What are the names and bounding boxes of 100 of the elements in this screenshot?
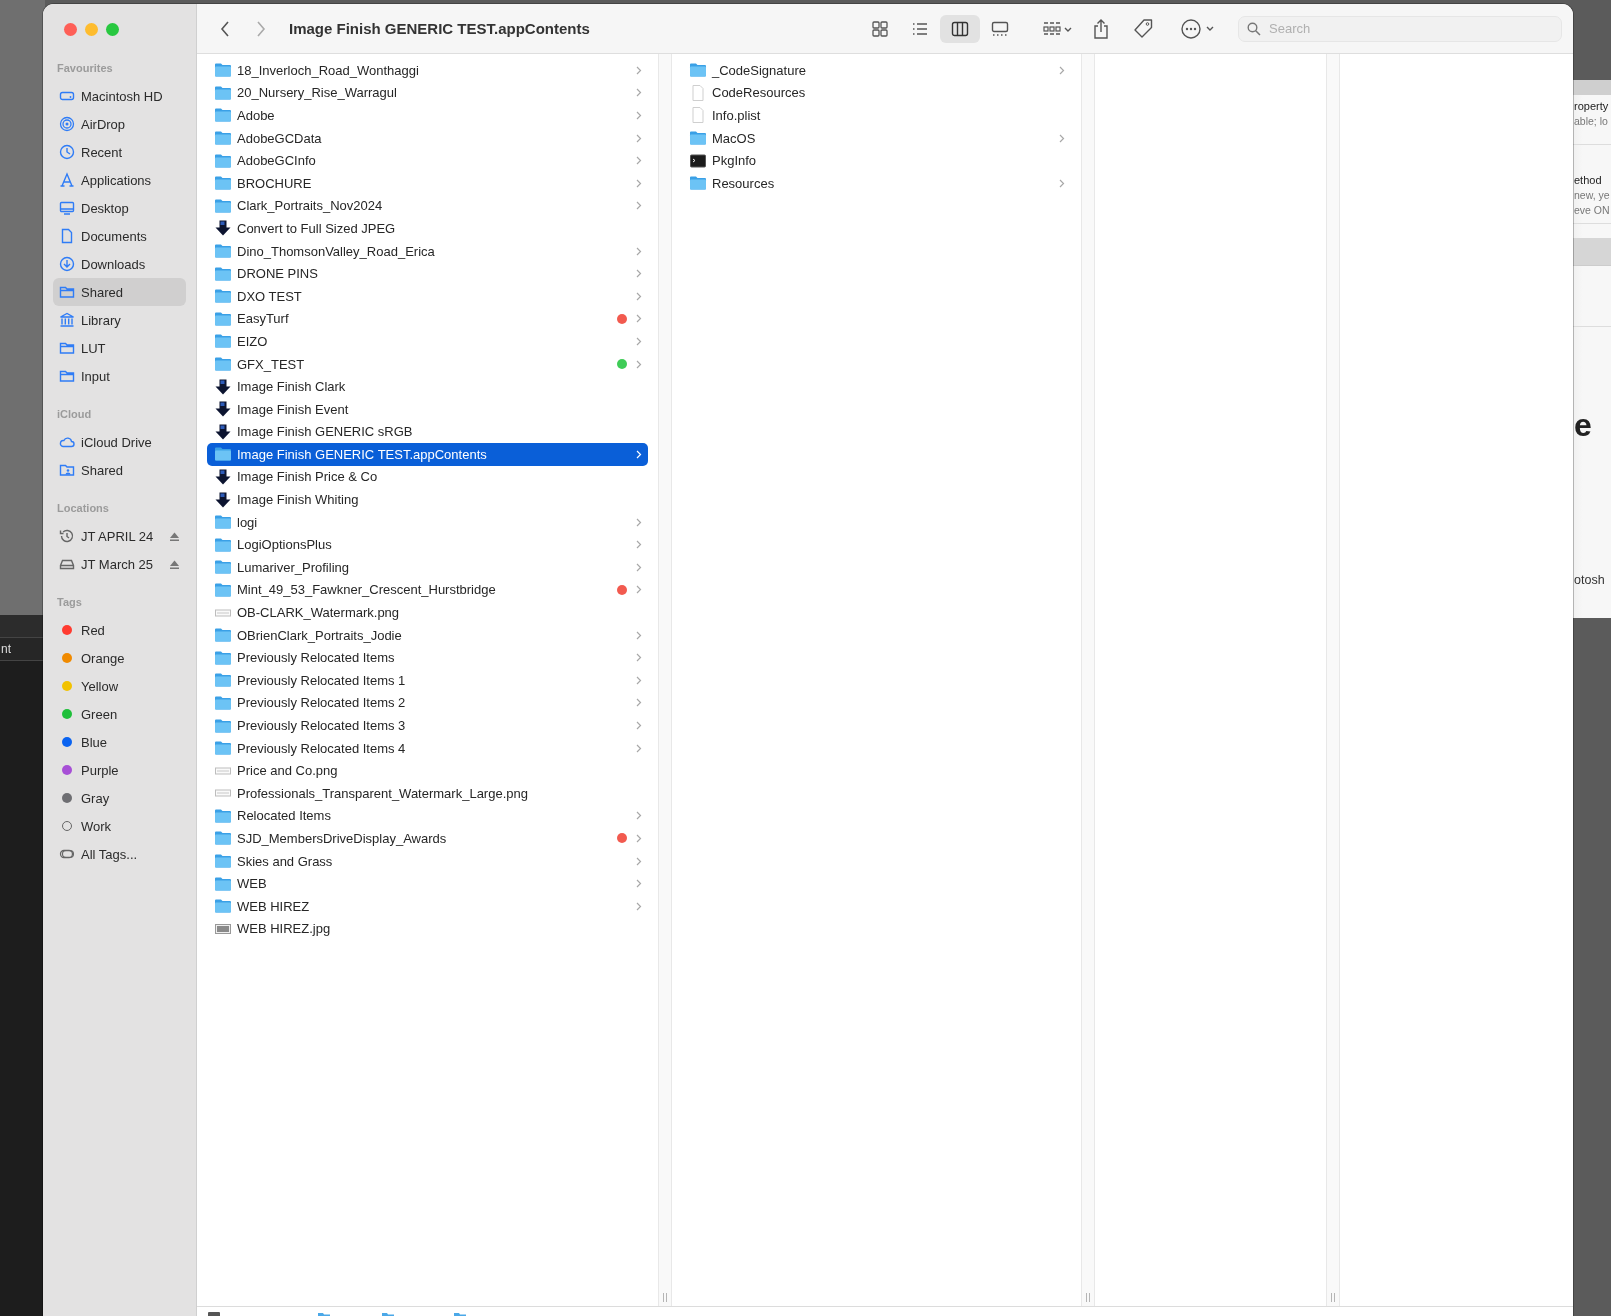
file-name: SJD_MembersDriveDisplay_Awards xyxy=(237,831,448,846)
file-row[interactable]: Skies and Grass xyxy=(207,849,648,873)
sidebar-item[interactable]: Downloads xyxy=(53,250,186,278)
sidebar-label: Shared xyxy=(81,284,123,300)
file-row[interactable]: _CodeSignature xyxy=(682,59,1071,82)
file-row[interactable]: Resources xyxy=(682,171,1071,195)
sidebar-item[interactable]: Work xyxy=(53,812,186,840)
file-row[interactable]: Info.plist xyxy=(682,104,1071,127)
background-text: nt xyxy=(0,638,45,661)
file-name: Clark_Portraits_Nov2024 xyxy=(237,198,384,214)
file-row[interactable]: LogiOptionsPlus xyxy=(207,533,648,557)
file-name: Skies and Grass xyxy=(237,853,334,869)
file-row[interactable]: Dino_ThomsonValley_Road_Erica xyxy=(207,239,648,263)
file-name: _CodeSignature xyxy=(712,62,807,78)
sidebar-item[interactable]: Orange xyxy=(53,644,186,672)
file-row[interactable]: Previously Relocated Items xyxy=(207,646,648,670)
file-name: CodeResources xyxy=(712,85,807,101)
file-row[interactable]: Image Finish GENERIC TEST.appContents xyxy=(207,443,648,466)
sidebar-item[interactable]: Library xyxy=(53,306,186,334)
sidebar-item[interactable]: LUT xyxy=(53,334,186,362)
file-row[interactable]: 18_Inverloch_Road_Wonthaggi xyxy=(207,59,648,82)
file-row[interactable]: EasyTurf xyxy=(207,307,648,331)
file-row[interactable]: Previously Relocated Items 2 xyxy=(207,691,648,715)
sidebar-item[interactable]: Shared xyxy=(53,456,186,484)
file-row[interactable]: Clark_Portraits_Nov2024 xyxy=(207,194,648,218)
sidebar-item[interactable]: Gray xyxy=(53,784,186,812)
file-row[interactable]: GFX_TEST xyxy=(207,352,648,376)
file-row[interactable]: Image Finish Whiting xyxy=(207,488,648,511)
file-row[interactable]: Previously Relocated Items 4 xyxy=(207,736,648,760)
sidebar-label: Purple xyxy=(81,762,119,778)
file-name: Image Finish Clark xyxy=(237,379,347,395)
file-row[interactable]: WEB xyxy=(207,872,648,895)
file-row[interactable]: Image Finish GENERIC sRGB xyxy=(207,420,648,444)
sidebar-item[interactable]: Applications xyxy=(53,166,186,194)
file-row[interactable]: logi xyxy=(207,510,648,534)
sidebar-item[interactable]: Yellow xyxy=(53,672,186,700)
file-row[interactable]: Image Finish Event xyxy=(207,397,648,421)
file-row[interactable]: Image Finish Clark xyxy=(207,375,648,398)
sidebar-item[interactable]: Green xyxy=(53,700,186,728)
file-name: Info.plist xyxy=(712,108,762,123)
file-row[interactable]: CodeResources xyxy=(682,81,1071,105)
sidebar-item[interactable]: Red xyxy=(53,616,186,644)
file-row[interactable]: Image Finish Price & Co xyxy=(207,465,648,489)
sidebar-item[interactable]: JT March 25 xyxy=(53,550,186,578)
sidebar-label: iCloud Drive xyxy=(81,434,152,450)
file-row[interactable]: BROCHURE xyxy=(207,171,648,195)
file-name: Lumariver_Profiling xyxy=(237,559,350,575)
file-name: Previously Relocated Items xyxy=(237,650,396,666)
file-row[interactable]: Lumariver_Profiling xyxy=(207,556,648,579)
file-row[interactable]: OBrienClark_Portraits_Jodie xyxy=(207,623,648,647)
file-row[interactable]: Adobe xyxy=(207,104,648,127)
file-row[interactable]: PkgInfo xyxy=(682,149,1071,172)
file-row[interactable]: 20_Nursery_Rise_Warragul xyxy=(207,81,648,105)
sidebar-item[interactable]: Purple xyxy=(53,756,186,784)
file-row[interactable]: Price and Co.png xyxy=(207,759,648,782)
sidebar-label: Applications xyxy=(81,172,152,188)
file-row[interactable]: DXO TEST xyxy=(207,284,648,308)
sidebar-label: Macintosh HD xyxy=(81,88,163,104)
file-row[interactable]: Previously Relocated Items 1 xyxy=(207,669,648,692)
file-name: DXO TEST xyxy=(237,288,303,304)
sidebar-item[interactable]: Blue xyxy=(53,728,186,756)
sidebar-item[interactable]: Shared xyxy=(53,278,186,306)
sidebar-item[interactable]: Input xyxy=(53,362,186,390)
file-row[interactable]: MacOS xyxy=(682,126,1071,150)
file-name: OBrienClark_Portraits_Jodie xyxy=(237,627,403,643)
file-name: Previously Relocated Items 1 xyxy=(237,672,407,688)
file-row[interactable]: Professionals_Transparent_Watermark_Large.png xyxy=(207,782,648,805)
file-row[interactable]: EIZO xyxy=(207,330,648,353)
file-row[interactable]: SJD_MembersDriveDisplay_Awards xyxy=(207,827,648,850)
background-text: able; lo xyxy=(1574,114,1609,129)
file-row[interactable]: DRONE PINS xyxy=(207,262,648,285)
file-row[interactable]: WEB HIREZ xyxy=(207,894,648,918)
sidebar-item[interactable]: AirDrop xyxy=(53,110,186,138)
sidebar-item[interactable]: Macintosh HD xyxy=(53,82,186,110)
file-row[interactable]: OB-CLARK_Watermark.png xyxy=(207,601,648,624)
file-name: OB-CLARK_Watermark.png xyxy=(237,605,401,621)
sidebar-item[interactable]: Desktop xyxy=(53,194,186,222)
sidebar-label: JT APRIL 24 xyxy=(81,528,154,544)
sidebar-item[interactable]: Recent xyxy=(53,138,186,166)
sidebar-item[interactable]: Documents xyxy=(53,222,186,250)
search-field[interactable]: Search xyxy=(1238,15,1562,42)
file-row[interactable]: Previously Relocated Items 3 xyxy=(207,714,648,737)
background-text: ethod xyxy=(1574,173,1603,188)
sidebar-item[interactable]: iCloud Drive xyxy=(53,428,186,456)
file-row[interactable]: Relocated Items xyxy=(207,804,648,828)
file-row[interactable]: AdobeGCInfo xyxy=(207,149,648,172)
background-text: otosh xyxy=(1574,573,1605,587)
file-row[interactable]: Mint_49_53_Fawkner_Crescent_Hurstbridge xyxy=(207,578,648,602)
file-row[interactable]: WEB HIREZ.jpg xyxy=(207,917,648,941)
file-name: 20_Nursery_Rise_Warragul xyxy=(237,85,398,101)
file-row[interactable]: AdobeGCData xyxy=(207,126,648,150)
sidebar-label: Documents xyxy=(81,228,147,244)
file-name: AdobeGCData xyxy=(237,130,323,146)
sidebar-item[interactable]: JT APRIL 24 xyxy=(53,522,186,550)
file-name: Previously Relocated Items 4 xyxy=(237,740,407,756)
file-name: Image Finish Whiting xyxy=(237,492,360,508)
file-name: PkgInfo xyxy=(712,153,758,169)
sidebar-item[interactable]: All Tags... xyxy=(53,840,186,868)
file-name: DRONE PINS xyxy=(237,266,319,282)
file-row[interactable]: Convert to Full Sized JPEG xyxy=(207,217,648,240)
